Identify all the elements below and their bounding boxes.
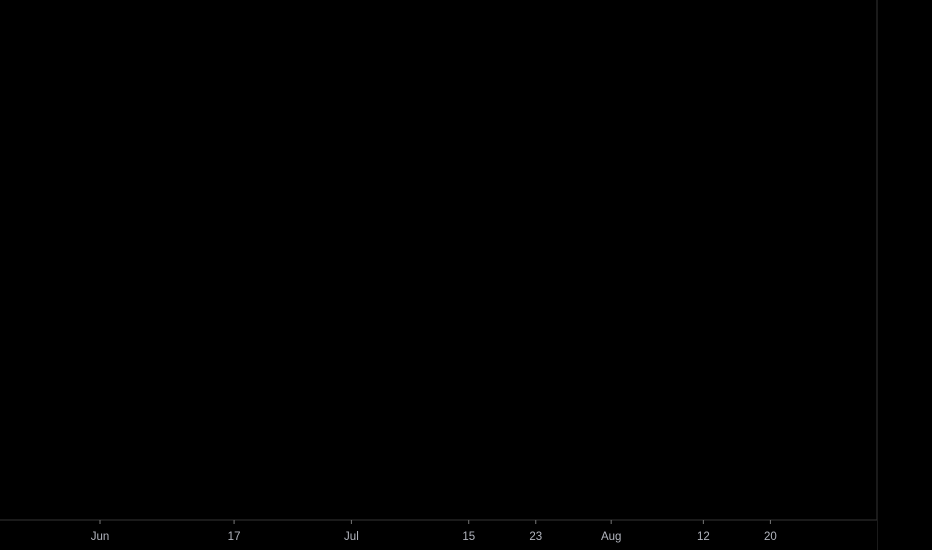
time-tick-label: Jun bbox=[91, 531, 110, 543]
time-tick-label: 20 bbox=[764, 531, 777, 543]
price-axis[interactable]: 15000.014000.013000.012000.011200.010400… bbox=[876, 0, 932, 550]
time-tick-label: 12 bbox=[697, 531, 710, 543]
price-chart[interactable]: XABCD0.8620.6981.3140.887 15000.014000.0… bbox=[0, 0, 932, 550]
time-tick-label: Aug bbox=[601, 531, 621, 543]
time-tick-label: 23 bbox=[529, 531, 542, 543]
time-axis[interactable]: Jun 17 Jul 15 23 Aug 12 20 bbox=[0, 519, 877, 550]
time-axis-background bbox=[0, 520, 877, 550]
time-tick-label: 17 bbox=[228, 531, 241, 543]
price-axis-background bbox=[877, 0, 932, 550]
time-tick-label: Jul bbox=[344, 531, 359, 543]
time-tick-label: 15 bbox=[462, 531, 475, 543]
